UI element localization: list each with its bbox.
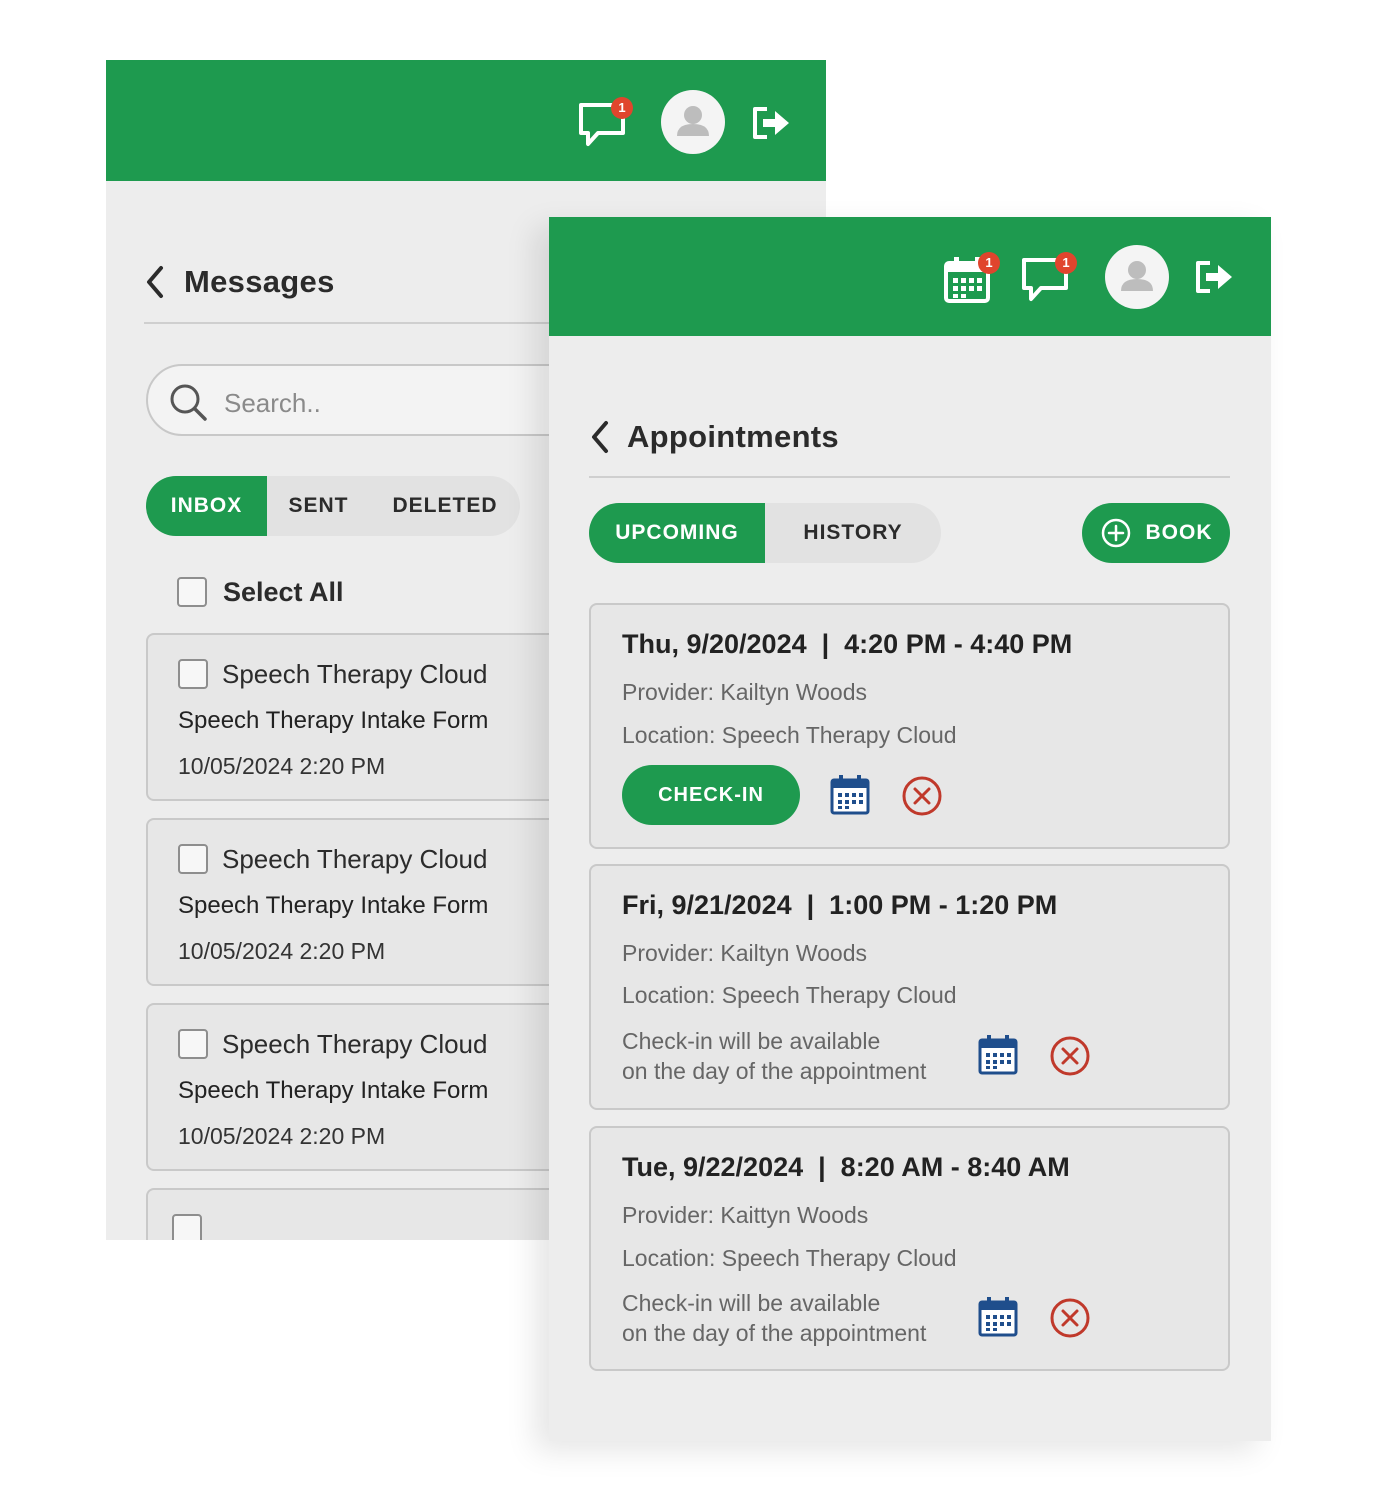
message-checkbox[interactable] bbox=[178, 1029, 208, 1059]
appointment-provider: Provider: Kailtyn Woods bbox=[622, 940, 868, 966]
message-checkbox[interactable] bbox=[178, 659, 208, 689]
search-placeholder: Search.. bbox=[224, 388, 321, 418]
check-in-note-line: Check-in will be available bbox=[622, 1290, 881, 1316]
appointment-card: Thu, 9/20/2024 | 4:20 PM - 4:40 PM Provi… bbox=[589, 603, 1230, 849]
appointment-tabs: UPCOMING HISTORY bbox=[589, 503, 941, 563]
tab-sent[interactable]: SENT bbox=[267, 476, 370, 536]
check-in-note: Check-in will be available on the day of… bbox=[622, 1026, 926, 1086]
book-label: BOOK bbox=[1145, 521, 1213, 544]
appointment-provider: Provider: Kaittyn Woods bbox=[622, 1202, 869, 1228]
appointments-header-row: Appointments bbox=[589, 419, 839, 455]
appointments-screen: 1 1 Appointments UPCOMING HISTORY BOOK T… bbox=[549, 217, 1271, 1441]
cancel-icon[interactable] bbox=[1048, 1296, 1092, 1340]
cancel-icon[interactable] bbox=[900, 774, 944, 818]
message-tabs: INBOX SENT DELETED bbox=[146, 476, 520, 536]
logout-icon[interactable] bbox=[749, 103, 793, 143]
cancel-icon[interactable] bbox=[1048, 1034, 1092, 1078]
tab-inbox[interactable]: INBOX bbox=[146, 476, 267, 536]
appointment-location: Location: Speech Therapy Cloud bbox=[622, 722, 957, 748]
message-date: 10/05/2024 2:20 PM bbox=[178, 1123, 386, 1149]
chat-badge: 1 bbox=[611, 97, 633, 119]
message-sender: Speech Therapy Cloud bbox=[222, 659, 488, 689]
user-icon bbox=[1121, 261, 1153, 291]
message-subject: Speech Therapy Intake Form bbox=[178, 1077, 489, 1104]
chat-badge: 1 bbox=[1055, 252, 1077, 274]
page-title: Appointments bbox=[627, 419, 839, 454]
appointment-card: Fri, 9/21/2024 | 1:00 PM - 1:20 PM Provi… bbox=[589, 864, 1230, 1110]
message-subject: Speech Therapy Intake Form bbox=[178, 892, 489, 919]
add-to-calendar-icon[interactable] bbox=[977, 1034, 1019, 1076]
book-button[interactable]: BOOK bbox=[1082, 503, 1230, 563]
messages-header-row: Messages bbox=[144, 264, 335, 300]
search-icon bbox=[170, 384, 207, 421]
tab-upcoming[interactable]: UPCOMING bbox=[589, 503, 765, 563]
messages-top-bar: 1 bbox=[106, 60, 826, 181]
logout-icon[interactable] bbox=[1192, 257, 1236, 297]
select-all-label: Select All bbox=[223, 577, 344, 607]
user-avatar[interactable] bbox=[1105, 245, 1169, 309]
appointment-card: Tue, 9/22/2024 | 8:20 AM - 8:40 AM Provi… bbox=[589, 1126, 1230, 1371]
message-subject: Speech Therapy Intake Form bbox=[178, 707, 489, 734]
appointment-location: Location: Speech Therapy Cloud bbox=[622, 1245, 957, 1271]
appointment-datetime: Thu, 9/20/2024 | 4:20 PM - 4:40 PM bbox=[622, 629, 1073, 659]
title-divider bbox=[589, 476, 1230, 478]
back-chevron-icon[interactable] bbox=[589, 420, 611, 454]
appointment-provider: Provider: Kailtyn Woods bbox=[622, 679, 868, 705]
appointments-top-bar: 1 1 bbox=[549, 217, 1271, 336]
add-to-calendar-icon[interactable] bbox=[829, 774, 871, 816]
plus-circle-icon bbox=[1101, 518, 1130, 548]
message-checkbox[interactable] bbox=[178, 844, 208, 874]
check-in-note-line: on the day of the appointment bbox=[622, 1058, 927, 1084]
appointment-location: Location: Speech Therapy Cloud bbox=[622, 982, 957, 1008]
check-in-note: Check-in will be available on the day of… bbox=[622, 1288, 926, 1348]
user-avatar[interactable] bbox=[661, 90, 725, 154]
check-in-note-line: on the day of the appointment bbox=[622, 1320, 927, 1346]
select-all-checkbox[interactable] bbox=[177, 577, 207, 607]
user-icon bbox=[677, 106, 709, 136]
message-sender: Speech Therapy Cloud bbox=[222, 1029, 488, 1059]
appointment-datetime: Fri, 9/21/2024 | 1:00 PM - 1:20 PM bbox=[622, 890, 1058, 920]
tab-deleted[interactable]: DELETED bbox=[370, 476, 520, 536]
appointment-datetime: Tue, 9/22/2024 | 8:20 AM - 8:40 AM bbox=[622, 1152, 1070, 1182]
message-checkbox[interactable] bbox=[172, 1214, 202, 1240]
page-title: Messages bbox=[184, 264, 335, 299]
tab-history[interactable]: HISTORY bbox=[765, 503, 941, 563]
check-in-note-line: Check-in will be available bbox=[622, 1028, 881, 1054]
add-to-calendar-icon[interactable] bbox=[977, 1296, 1019, 1338]
message-date: 10/05/2024 2:20 PM bbox=[178, 938, 386, 964]
message-date: 10/05/2024 2:20 PM bbox=[178, 753, 386, 779]
check-in-button[interactable]: CHECK-IN bbox=[622, 765, 800, 825]
message-sender: Speech Therapy Cloud bbox=[222, 844, 488, 874]
back-chevron-icon[interactable] bbox=[144, 265, 166, 299]
calendar-badge: 1 bbox=[978, 252, 1000, 274]
